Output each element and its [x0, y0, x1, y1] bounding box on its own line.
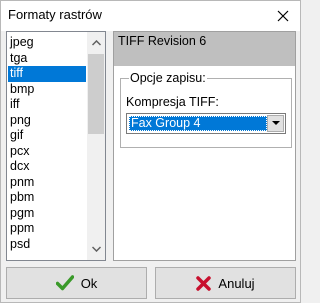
- format-list-item-gif[interactable]: gif: [8, 128, 86, 144]
- format-description-header: TIFF Revision 6: [114, 32, 295, 66]
- cancel-label: Anuluj: [218, 275, 255, 291]
- ok-label: Ok: [80, 275, 98, 291]
- dialog-window: Formaty rastrów jpeg tga tiff bmp iff png gif p…: [0, 0, 301, 303]
- format-list-item-pcx[interactable]: pcx: [8, 144, 86, 160]
- window-title: Formaty rastrów: [8, 7, 102, 22]
- format-list-item-psd[interactable]: psd: [8, 237, 86, 253]
- format-list-item-pbm[interactable]: pbm: [8, 190, 86, 206]
- format-list-item-ppm[interactable]: ppm: [8, 221, 86, 237]
- format-description: TIFF Revision 6: [118, 34, 207, 48]
- format-list-item-pgm[interactable]: pgm: [8, 206, 86, 222]
- scroll-down-button[interactable]: [87, 240, 105, 258]
- close-button[interactable]: [266, 1, 300, 31]
- format-list-items: jpeg tga tiff bmp iff png gif pcx dcx pnm pbm pgm pp…: [8, 35, 86, 252]
- x-icon: [196, 275, 212, 291]
- format-list-item-jpeg[interactable]: jpeg: [8, 35, 86, 51]
- dropdown-arrow-icon: [271, 121, 280, 125]
- scroll-thumb[interactable]: [88, 54, 104, 134]
- title-bar: Formaty rastrów: [1, 1, 300, 31]
- format-list-item-tiff[interactable]: tiff: [8, 66, 86, 82]
- chevron-up-icon: [91, 40, 101, 46]
- cancel-button[interactable]: Anuluj: [155, 267, 296, 299]
- format-list-item-pnm[interactable]: pnm: [8, 175, 86, 191]
- format-list-item-bmp[interactable]: bmp: [8, 82, 86, 98]
- format-list-item-iff[interactable]: iff: [8, 97, 86, 113]
- format-list-item-png[interactable]: png: [8, 113, 86, 129]
- compression-value: Fax Group 4: [129, 116, 267, 131]
- format-list[interactable]: jpeg tga tiff bmp iff png gif pcx dcx pnm pbm pgm pp…: [6, 31, 106, 261]
- save-options-group: Opcje zapisu: Kompresja TIFF: Fax Group …: [120, 71, 292, 148]
- compression-label: Kompresja TIFF:: [126, 95, 219, 109]
- ok-button[interactable]: Ok: [6, 267, 147, 299]
- chevron-down-icon: [91, 246, 101, 252]
- compression-select[interactable]: Fax Group 4: [126, 113, 286, 134]
- check-icon: [55, 275, 74, 291]
- save-options-legend: Opcje zapisu:: [129, 71, 207, 85]
- scroll-up-button[interactable]: [87, 34, 105, 52]
- compression-dropdown-button[interactable]: [267, 115, 284, 132]
- format-list-item-tga[interactable]: tga: [8, 51, 86, 67]
- format-info-panel: TIFF Revision 6 Opcje zapisu: Kompresja …: [113, 31, 296, 261]
- format-list-item-dcx[interactable]: dcx: [8, 159, 86, 175]
- close-icon: [277, 10, 289, 22]
- list-scrollbar[interactable]: [87, 32, 105, 260]
